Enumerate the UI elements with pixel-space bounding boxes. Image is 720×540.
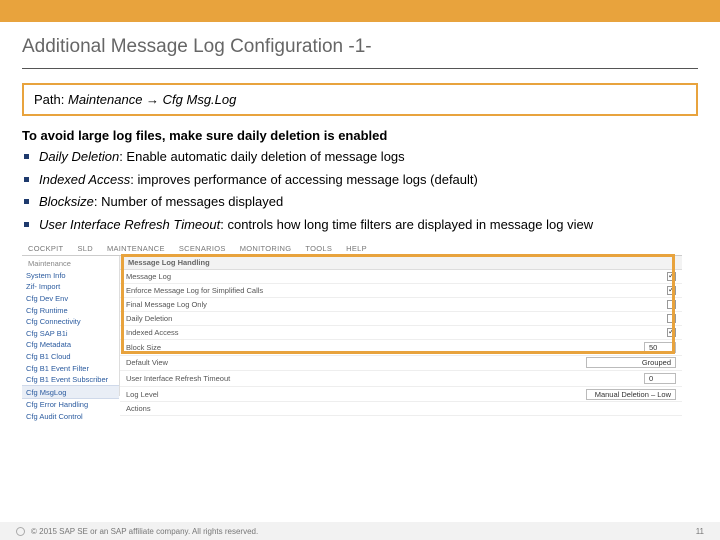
divider — [22, 68, 698, 69]
select-input[interactable]: Grouped — [586, 357, 676, 368]
sidebar-item[interactable]: Cfg B1 Cloud — [22, 351, 119, 363]
embedded-screenshot: COCKPIT SLD MAINTENANCE SCENARIOS MONITO… — [22, 242, 682, 402]
row-label: Enforce Message Log for Simplified Calls — [120, 283, 454, 297]
row-value — [454, 402, 682, 416]
page-title: Additional Message Log Configuration -1- — [0, 22, 720, 68]
sidebar-item[interactable]: Cfg B1 Event Filter — [22, 362, 119, 374]
row-label: Actions — [120, 402, 454, 416]
checkbox-icon[interactable] — [667, 286, 676, 295]
row-label: Message Log — [120, 270, 454, 284]
row-label: Default View — [120, 355, 454, 371]
menu-item[interactable]: COCKPIT — [28, 244, 63, 253]
menu-item[interactable]: MAINTENANCE — [107, 244, 165, 253]
checkbox-icon[interactable] — [667, 300, 676, 309]
menu-item[interactable]: SLD — [77, 244, 93, 253]
sidebar-item[interactable]: Cfg Metadata — [22, 339, 119, 351]
main-panel: Message Log Handling Message Log Enforce… — [120, 256, 682, 396]
bullet-rest: : controls how long time filters are dis… — [220, 217, 593, 232]
copyright: © 2015 SAP SE or an SAP affiliate compan… — [31, 527, 258, 536]
sidebar-item[interactable]: Cfg Runtime — [22, 304, 119, 316]
row-label: Block Size — [120, 340, 454, 356]
menu-item[interactable]: MONITORING — [240, 244, 292, 253]
checkbox-icon[interactable] — [667, 328, 676, 337]
row-label: Final Message Log Only — [120, 297, 454, 311]
select-input[interactable]: Manual Deletion – Low — [586, 389, 676, 400]
menu-item[interactable]: HELP — [346, 244, 367, 253]
bullet-term: Blocksize — [39, 194, 94, 209]
path-label: Path: — [34, 92, 64, 107]
accent-bar — [0, 0, 720, 22]
number-input[interactable]: 50 — [644, 342, 676, 353]
checkbox-icon[interactable] — [667, 314, 676, 323]
sidebar: Maintenance System Info Zif- Import Cfg … — [22, 256, 120, 396]
bullet-term: User Interface Refresh Timeout — [39, 217, 220, 232]
menu-item[interactable]: TOOLS — [305, 244, 332, 253]
row-label: User Interface Refresh Timeout — [120, 371, 454, 387]
menubar: COCKPIT SLD MAINTENANCE SCENARIOS MONITO… — [22, 242, 682, 256]
bullet-term: Indexed Access — [39, 172, 130, 187]
path-box: Path: Maintenance → Cfg Msg.Log — [22, 83, 698, 116]
path-value: Maintenance → Cfg Msg.Log — [68, 92, 236, 107]
sidebar-item[interactable]: Cfg Error Handling — [22, 399, 119, 411]
menu-item[interactable]: SCENARIOS — [179, 244, 226, 253]
sidebar-item[interactable]: System Info — [22, 270, 119, 282]
bullet-list: Daily Deletion: Enable automatic daily d… — [22, 149, 698, 234]
sidebar-header: Maintenance — [22, 258, 119, 270]
bullet-rest: : Number of messages displayed — [94, 194, 283, 209]
sidebar-item-selected[interactable]: Cfg MsgLog — [22, 385, 119, 399]
bullet-rest: : Enable automatic daily deletion of mes… — [119, 149, 404, 164]
row-label: Indexed Access — [120, 325, 454, 339]
panel-header: Message Log Handling — [120, 256, 682, 270]
footer: © 2015 SAP SE or an SAP affiliate compan… — [0, 522, 720, 540]
bullet-term: Daily Deletion — [39, 149, 119, 164]
sidebar-item[interactable]: Cfg Dev Env — [22, 293, 119, 305]
checkbox-icon[interactable] — [667, 272, 676, 281]
settings-grid: Message Log Enforce Message Log for Simp… — [120, 270, 682, 417]
sidebar-item[interactable]: Cfg SAP B1i — [22, 327, 119, 339]
sidebar-item[interactable]: Cfg Audit Control — [22, 411, 119, 423]
sidebar-item[interactable]: Cfg Connectivity — [22, 316, 119, 328]
number-input[interactable]: 0 — [644, 373, 676, 384]
intro-text: To avoid large log files, make sure dail… — [22, 128, 698, 143]
row-label: Daily Deletion — [120, 311, 454, 325]
sap-logo-icon — [16, 527, 25, 536]
bullet-rest: : improves performance of accessing mess… — [130, 172, 478, 187]
sidebar-item[interactable]: Cfg B1 Event Subscriber — [22, 374, 119, 386]
row-label: Log Level — [120, 386, 454, 402]
sidebar-item[interactable]: Zif- Import — [22, 281, 119, 293]
page-number: 11 — [696, 527, 704, 536]
